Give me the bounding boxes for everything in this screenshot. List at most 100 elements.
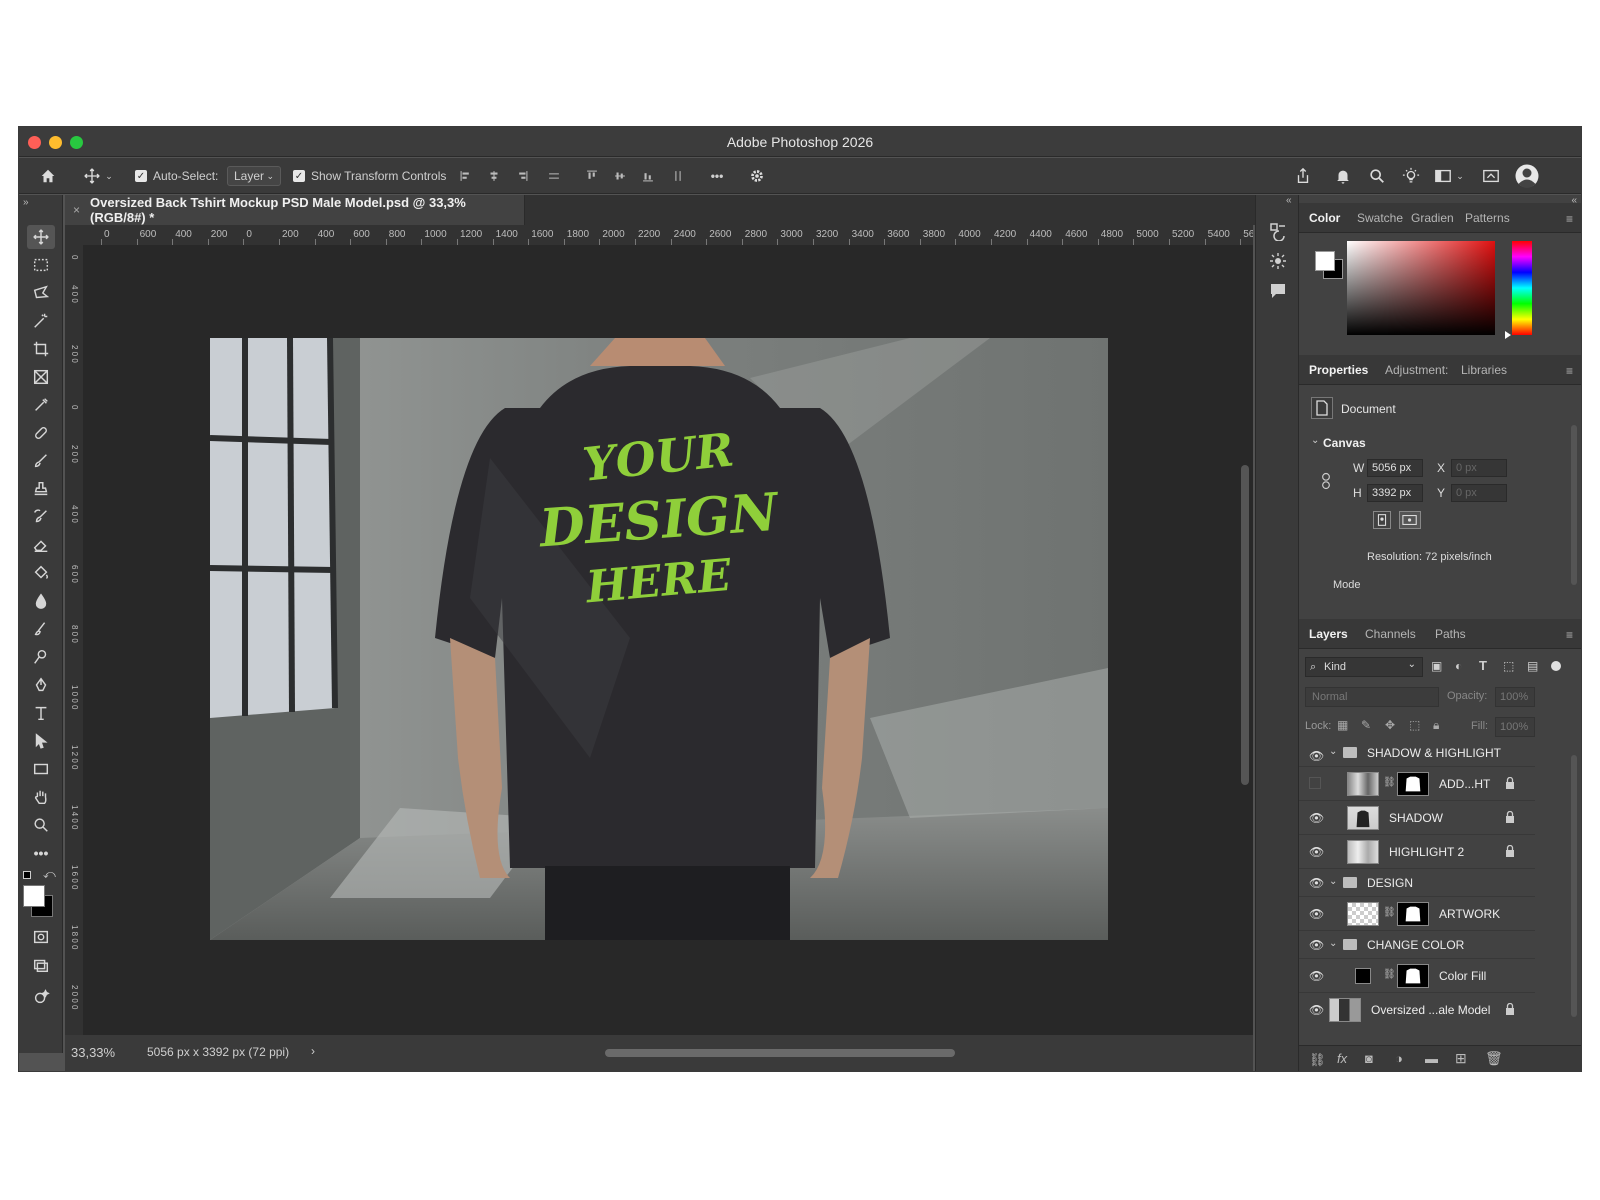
visibility-off-box[interactable]: [1309, 777, 1321, 789]
marquee-tool[interactable]: [27, 253, 55, 277]
trash-icon[interactable]: 🗑︎: [1485, 1050, 1503, 1067]
search-button[interactable]: [1367, 166, 1387, 186]
layer-group-row[interactable]: 👁︎ ⌄ CHANGE COLOR: [1299, 931, 1535, 959]
hand-tool[interactable]: [27, 785, 55, 809]
auto-select-target-dropdown[interactable]: Layer ⌄: [227, 166, 281, 186]
pen-tool[interactable]: [27, 673, 55, 697]
layer-row[interactable]: ⛓ ADD...HT: [1299, 767, 1535, 801]
crop-tool[interactable]: [27, 337, 55, 361]
share-button[interactable]: [1293, 166, 1313, 186]
history-panel-button[interactable]: [1268, 221, 1288, 242]
tab-gradients[interactable]: Gradien: [1411, 211, 1454, 225]
tab-adjustments[interactable]: Adjustment:: [1385, 363, 1448, 377]
zoom-level[interactable]: 33,33%: [71, 1045, 115, 1060]
panel-menu-icon[interactable]: ≡: [1566, 212, 1573, 226]
hue-slider[interactable]: [1512, 241, 1532, 335]
layers-scrollbar[interactable]: [1571, 755, 1577, 1017]
move-tool-preset[interactable]: ⌄: [79, 166, 117, 186]
filter-toggle[interactable]: [1551, 661, 1561, 671]
filter-smart-object-icon[interactable]: ▤: [1527, 659, 1538, 673]
collapse-icon[interactable]: «: [1286, 195, 1292, 206]
layer-row[interactable]: 👁︎ ⛓ Color Fill: [1299, 959, 1535, 993]
brush-tool[interactable]: [27, 449, 55, 473]
link-icon[interactable]: [1321, 472, 1331, 490]
visibility-eye-icon[interactable]: 👁︎: [1309, 938, 1324, 952]
zoom-tool[interactable]: [27, 813, 55, 837]
vertical-scrollbar[interactable]: [1241, 465, 1249, 785]
lock-artboard-icon[interactable]: ⬚: [1409, 718, 1420, 732]
default-colors-icon[interactable]: [23, 871, 31, 879]
align-center-h-button[interactable]: [487, 166, 501, 186]
visibility-eye-icon[interactable]: 👁︎: [1309, 1003, 1324, 1017]
link-icon[interactable]: ⛓: [1383, 777, 1396, 788]
tab-properties[interactable]: Properties: [1309, 363, 1368, 377]
discover-button[interactable]: [1401, 166, 1421, 186]
layer-row[interactable]: 👁︎ HIGHLIGHT 2: [1299, 835, 1535, 869]
more-options-button[interactable]: •••: [707, 166, 727, 186]
eyedropper-tool[interactable]: [27, 393, 55, 417]
visibility-eye-icon[interactable]: 👁︎: [1309, 907, 1324, 921]
blend-mode-dropdown[interactable]: Normal: [1305, 687, 1439, 707]
tab-libraries[interactable]: Libraries: [1461, 363, 1507, 377]
swap-colors-icon[interactable]: ⤺: [43, 867, 56, 882]
panel-menu-icon[interactable]: ≡: [1566, 364, 1573, 378]
show-transform-checkbox[interactable]: ✓ Show Transform Controls: [293, 166, 446, 186]
tab-paths[interactable]: Paths: [1435, 627, 1466, 641]
frame-tool[interactable]: [27, 365, 55, 389]
paint-bucket-tool[interactable]: [27, 561, 55, 585]
align-bottom-button[interactable]: [641, 166, 655, 186]
lock-transparent-icon[interactable]: ▦: [1337, 718, 1348, 732]
layer-row[interactable]: 👁︎ ⛓ ARTWORK: [1299, 897, 1535, 931]
chevron-down-icon[interactable]: ⌄: [1329, 876, 1337, 887]
adjustments-panel-button[interactable]: [1268, 251, 1288, 271]
path-selection-tool[interactable]: [27, 729, 55, 753]
edit-toolbar-button[interactable]: •••: [27, 841, 55, 865]
horizontal-scrollbar[interactable]: [605, 1049, 955, 1057]
filter-type-icon[interactable]: T: [1479, 658, 1487, 673]
quick-mask-button[interactable]: [27, 925, 55, 949]
visibility-eye-icon[interactable]: 👁︎: [1309, 811, 1324, 825]
settings-button[interactable]: [747, 166, 767, 186]
dodge-tool[interactable]: [27, 645, 55, 669]
canvas-x-input[interactable]: 0 px: [1451, 459, 1507, 477]
link-icon[interactable]: ⛓: [1383, 969, 1396, 980]
layer-row[interactable]: 👁︎ SHADOW: [1299, 801, 1535, 835]
clone-stamp-tool[interactable]: [27, 477, 55, 501]
color-field[interactable]: [1347, 241, 1495, 335]
fx-icon[interactable]: fx: [1337, 1051, 1347, 1066]
canvas-height-input[interactable]: 3392 px: [1367, 484, 1423, 502]
visibility-eye-icon[interactable]: 👁︎: [1309, 749, 1324, 763]
new-group-icon[interactable]: ▬: [1425, 1051, 1438, 1066]
properties-scrollbar[interactable]: [1571, 425, 1577, 585]
align-middle-v-button[interactable]: [613, 166, 627, 186]
panel-menu-icon[interactable]: ≡: [1566, 628, 1573, 642]
document-tab[interactable]: × Oversized Back Tshirt Mockup PSD Male …: [65, 195, 525, 225]
move-tool[interactable]: [27, 225, 55, 249]
arrange-button[interactable]: [1481, 166, 1501, 186]
visibility-eye-icon[interactable]: 👁︎: [1309, 969, 1324, 983]
canvas-y-input[interactable]: 0 px: [1451, 484, 1507, 502]
workspace-button[interactable]: ⌄: [1431, 166, 1467, 186]
rectangle-tool[interactable]: [27, 757, 55, 781]
color-fill-swatch[interactable]: [1355, 968, 1371, 984]
blur-tool[interactable]: [27, 589, 55, 613]
lock-image-icon[interactable]: ✎: [1361, 718, 1371, 732]
foreground-color-swatch[interactable]: [23, 885, 45, 907]
screen-mode-button[interactable]: [27, 953, 55, 977]
visibility-eye-icon[interactable]: 👁︎: [1309, 876, 1324, 890]
panel-collapse-icon[interactable]: »: [23, 197, 29, 208]
notifications-button[interactable]: [1333, 166, 1353, 186]
mockup-image[interactable]: YOUR DESIGN HERE: [210, 338, 1108, 940]
lasso-tool[interactable]: [27, 281, 55, 305]
add-mask-icon[interactable]: ◙: [1365, 1051, 1373, 1066]
distribute-v-button[interactable]: [671, 166, 685, 186]
color-panel-foreground-swatch[interactable]: [1315, 251, 1335, 271]
status-menu-arrow[interactable]: ›: [311, 1044, 315, 1058]
fill-input[interactable]: 100%: [1495, 717, 1535, 737]
canvas-width-input[interactable]: 5056 px: [1367, 459, 1423, 477]
align-right-button[interactable]: [515, 166, 529, 186]
layer-group-row[interactable]: 👁︎ ⌄ DESIGN: [1299, 869, 1535, 897]
comments-panel-button[interactable]: [1268, 281, 1288, 301]
layer-row[interactable]: 👁︎ Oversized ...ale Model: [1299, 993, 1535, 1025]
history-brush-tool[interactable]: [27, 505, 55, 529]
